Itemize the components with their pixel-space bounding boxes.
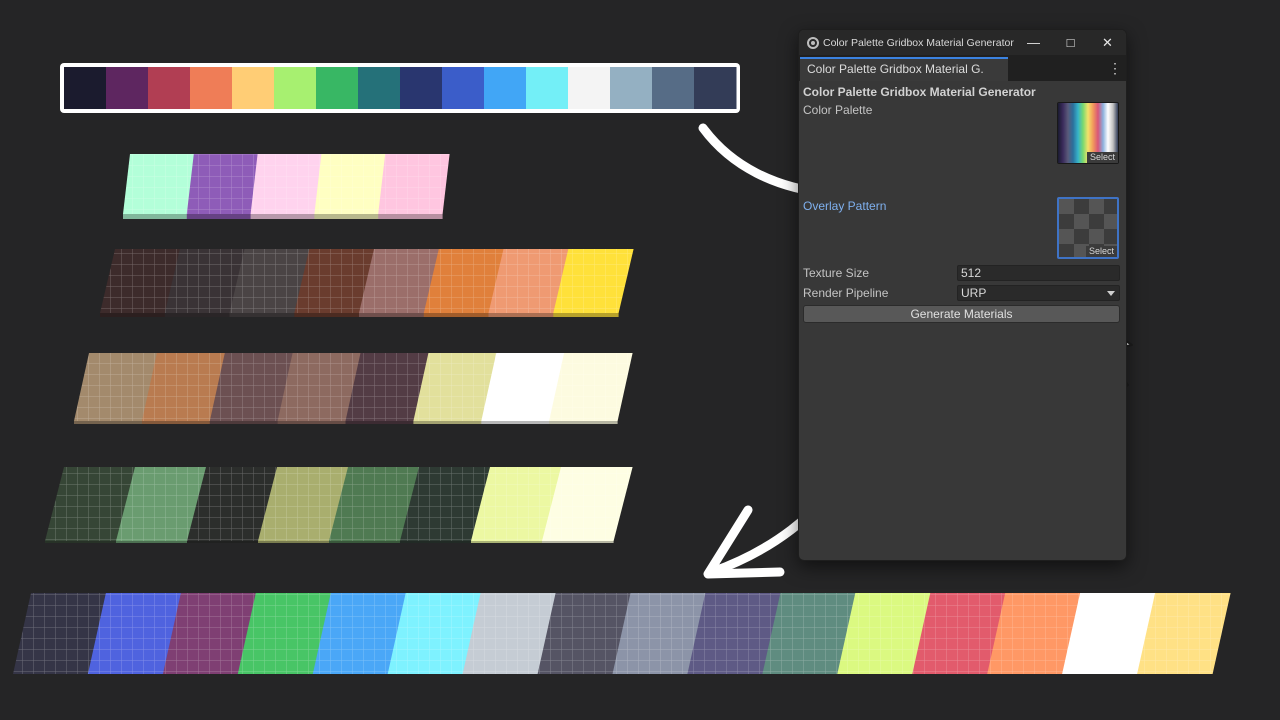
palette-swatch: [274, 67, 317, 109]
kebab-menu-icon[interactable]: ⋮: [1108, 58, 1122, 78]
grid-overlay: [314, 154, 386, 214]
color-palette-label: Color Palette: [803, 103, 873, 117]
gridbox-edge: [314, 214, 379, 219]
palette-swatch: [442, 67, 485, 109]
gridbox-edge: [549, 421, 618, 424]
color-palette-select-button[interactable]: Select: [1086, 152, 1118, 163]
gridbox-edge: [413, 421, 482, 424]
palette-strip: [60, 63, 740, 113]
gridbox-edge: [74, 421, 143, 424]
tab-material-generator[interactable]: Color Palette Gridbox Material G.: [800, 57, 1008, 81]
gridbox-edge: [471, 541, 543, 543]
palette-swatch: [526, 67, 569, 109]
gridbox-row: [123, 154, 450, 219]
panel-header: Color Palette Gridbox Material Generator: [803, 85, 1036, 99]
material-generator-window: Color Palette Gridbox Material Generator…: [798, 29, 1127, 561]
gridbox-row: [100, 249, 634, 317]
palette-swatch: [568, 67, 611, 109]
overlay-pattern-select-button[interactable]: Select: [1085, 246, 1117, 257]
gridbox-edge: [294, 313, 360, 317]
palette-swatch: [190, 67, 233, 109]
gridbox-row: [13, 593, 1231, 674]
gridbox-edge: [277, 421, 347, 424]
gridbox-edge: [45, 541, 117, 543]
grid-overlay: [123, 154, 195, 214]
gridbox-edge: [359, 313, 425, 317]
gridbox-edge: [400, 541, 472, 543]
unity-icon: [807, 36, 819, 49]
gridbox-edge: [481, 421, 550, 424]
color-palette-field[interactable]: Select: [1057, 102, 1119, 164]
grid-overlay: [250, 154, 322, 214]
maximize-icon[interactable]: □: [1052, 30, 1089, 55]
palette-swatch: [64, 67, 107, 109]
texture-size-label: Texture Size: [803, 266, 870, 280]
gridbox-edge: [488, 313, 554, 317]
gridbox-edge: [258, 541, 330, 543]
overlay-pattern-label: Overlay Pattern: [803, 199, 887, 213]
gridbox-edge: [164, 313, 231, 317]
close-icon[interactable]: ✕: [1089, 30, 1126, 55]
gridbox-edge: [542, 541, 614, 543]
minimize-icon[interactable]: —: [1015, 30, 1052, 55]
chevron-down-icon: [1107, 291, 1115, 296]
palette-swatch: [400, 67, 443, 109]
grid-overlay: [186, 154, 259, 214]
palette-swatch: [232, 67, 275, 109]
gridbox-edge: [345, 421, 414, 424]
gridbox-edge: [250, 214, 315, 219]
palette-swatch: [148, 67, 191, 109]
window-content: Color Palette Gridbox Material Generator…: [799, 81, 1126, 560]
window-titlebar[interactable]: Color Palette Gridbox Material Generator…: [799, 30, 1126, 55]
generate-materials-button[interactable]: Generate Materials: [803, 305, 1120, 323]
gridbox-edge: [186, 214, 252, 219]
render-pipeline-dropdown[interactable]: URP: [957, 285, 1120, 301]
gridbox-edge: [100, 313, 166, 317]
render-pipeline-value: URP: [961, 286, 987, 300]
gridbox-edge: [423, 313, 490, 317]
window-title: Color Palette Gridbox Material Generator: [823, 36, 1014, 49]
grid-overlay: [378, 154, 450, 214]
palette-swatch: [316, 67, 359, 109]
palette-swatch: [484, 67, 527, 109]
palette-swatch: [694, 67, 737, 109]
gridbox-edge: [141, 421, 211, 424]
palette-swatch: [106, 67, 149, 109]
palette-swatch: [652, 67, 695, 109]
gridbox-edge: [378, 214, 443, 219]
gridbox-edge: [187, 541, 259, 543]
tab-bar: Color Palette Gridbox Material G. ⋮: [799, 55, 1126, 81]
gridbox-edge: [116, 541, 188, 543]
gridbox-row: [74, 353, 633, 424]
palette-swatch: [610, 67, 653, 109]
render-pipeline-label: Render Pipeline: [803, 286, 889, 300]
gridbox-edge: [329, 541, 401, 543]
overlay-pattern-field[interactable]: Select: [1057, 197, 1119, 259]
gridbox-edge: [123, 214, 188, 219]
gridbox-edge: [229, 313, 295, 317]
palette-swatch: [358, 67, 401, 109]
gridbox-edge: [553, 313, 619, 317]
gridbox-edge: [209, 421, 279, 424]
texture-size-input[interactable]: 512: [957, 265, 1120, 281]
gridbox-row: [45, 467, 633, 543]
